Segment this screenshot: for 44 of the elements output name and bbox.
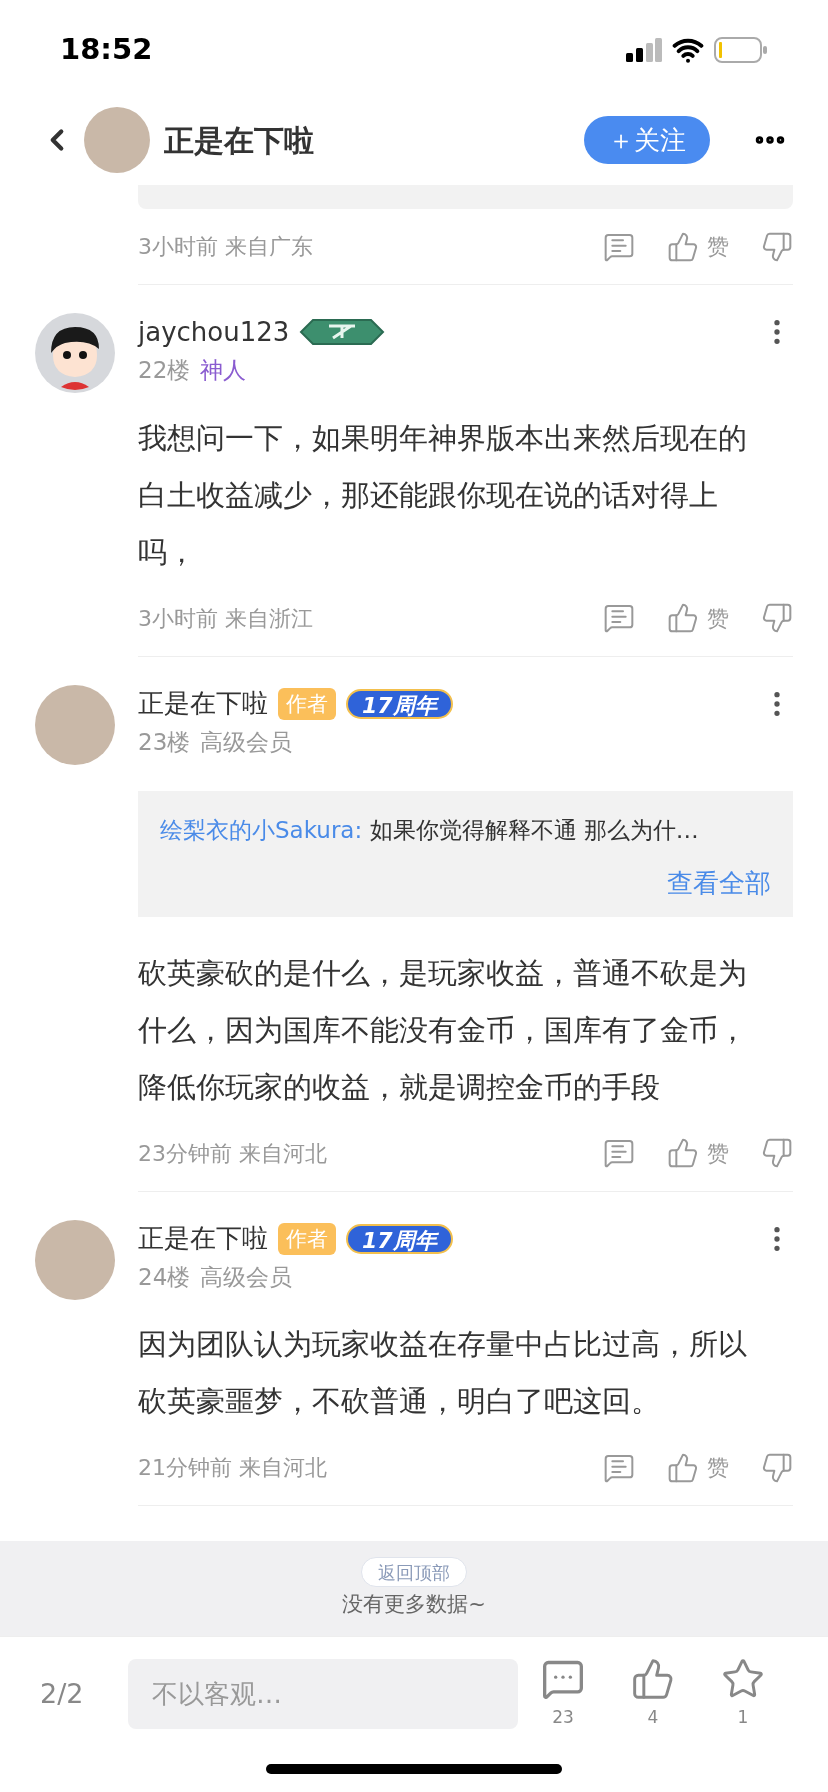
like-button[interactable]: 赞	[667, 1136, 729, 1170]
dislike-icon[interactable]	[761, 230, 793, 263]
like-button[interactable]: 赞	[667, 601, 729, 635]
header-username: 正是在下啦	[164, 121, 314, 160]
level-badge-icon	[299, 318, 386, 346]
comment-input-field[interactable]: 不以客观…	[128, 1659, 518, 1729]
no-more-data-text: 没有更多数据~	[342, 1590, 486, 1618]
author-badge: 作者	[278, 687, 336, 720]
floor-number: 22楼	[138, 356, 191, 385]
comment-body: 我想问一下，如果明年神界版本出来然后现在的白土收益减少，那还能跟你现在说的话对得上吗，	[138, 419, 748, 571]
dislike-icon[interactable]	[761, 602, 793, 634]
star-count-button[interactable]: 1	[721, 1657, 765, 1731]
quoted-reply-text: 绘梨衣的小Sakura: 如果你觉得解释不通 那么为什…	[160, 816, 700, 845]
comment-username[interactable]: 正是在下啦	[138, 1219, 268, 1258]
author-badge: 作者	[278, 1222, 336, 1255]
member-rank: 高级会员	[200, 1262, 293, 1292]
page-indicator: 2/2	[40, 1676, 85, 1711]
comment-username[interactable]: jaychou123	[138, 312, 290, 352]
reply-icon[interactable]	[603, 1137, 635, 1169]
dislike-icon[interactable]	[761, 1137, 793, 1169]
anniversary-badge: 17周年	[346, 688, 453, 719]
comment-body: 因为团队认为玩家收益在存量中占比过高，所以砍英豪噩梦，不砍普通，明白了吧这回。	[138, 1326, 748, 1420]
comment-count-button[interactable]: 23	[541, 1657, 585, 1731]
view-all-link[interactable]: 查看全部	[667, 863, 771, 903]
status-time: 18:52	[60, 30, 153, 68]
member-rank: 高级会员	[200, 727, 293, 757]
like-button[interactable]: 赞	[667, 1451, 729, 1484]
comment-time-location: 23分钟前 来自河北	[138, 1139, 327, 1168]
battery-icon	[714, 36, 768, 63]
comment-time-location: 3小时前 来自浙江	[138, 604, 313, 633]
floor-number: 23楼	[138, 727, 191, 757]
anniversary-badge: 17周年	[346, 1223, 453, 1254]
dislike-icon[interactable]	[761, 1451, 793, 1484]
signal-icon	[626, 37, 662, 62]
floor-number: 24楼	[138, 1262, 191, 1292]
comment-time-location: 21分钟前 来自河北	[138, 1454, 327, 1482]
comment-body: 砍英豪砍的是什么，是玩家收益，普通不砍是为什么，因为国库不能没有金币，国库有了金币，降低你玩家的收益，就是调控金币的手段	[138, 954, 748, 1106]
follow-button[interactable]: ＋关注	[584, 116, 710, 164]
comment-username[interactable]: 正是在下啦	[138, 684, 268, 723]
comment-time-location: 3小时前 来自广东	[138, 233, 313, 261]
reply-icon[interactable]	[603, 602, 635, 634]
back-to-top-tooltip[interactable]: 返回顶部	[361, 1556, 467, 1587]
like-button[interactable]: 赞	[667, 230, 729, 263]
member-rank: 神人	[200, 356, 247, 385]
